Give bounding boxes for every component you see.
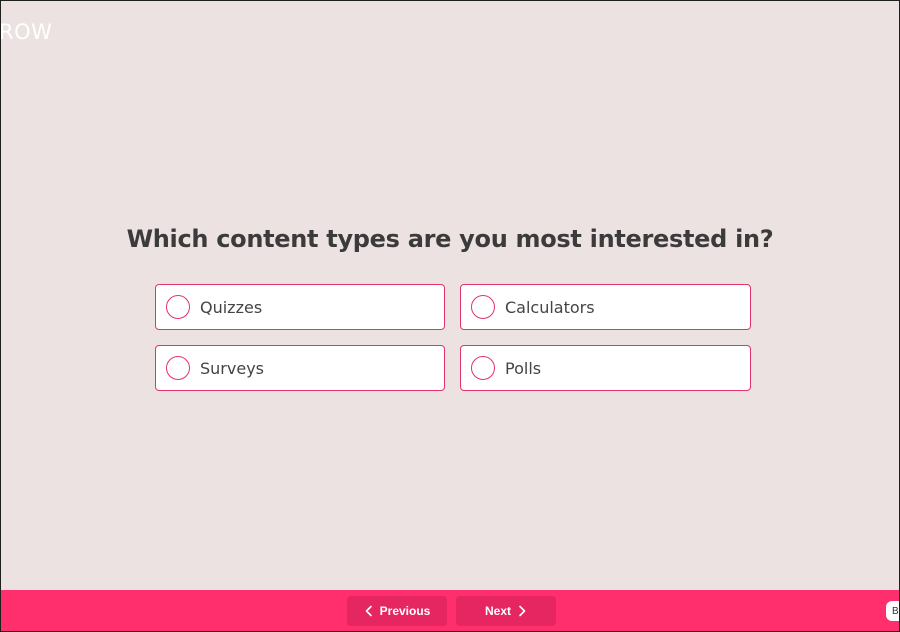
radio-circle-icon[interactable]	[166, 295, 190, 319]
radio-circle-icon[interactable]	[166, 356, 190, 380]
option-label: Calculators	[505, 297, 595, 317]
corner-badge[interactable]: B	[886, 601, 899, 621]
chevron-left-icon	[365, 605, 372, 617]
question-title: Which content types are you most interes…	[126, 225, 774, 253]
quiz-frame: ROW Which content types are you most int…	[0, 0, 900, 632]
option-calculators[interactable]: Calculators	[460, 284, 751, 330]
chevron-right-icon	[519, 605, 526, 617]
previous-label: Previous	[379, 604, 431, 618]
option-quizzes[interactable]: Quizzes	[155, 284, 445, 330]
footer-bar: Previous Next B	[1, 590, 899, 631]
answer-options: Quizzes Calculators Surveys Polls	[155, 284, 751, 391]
radio-circle-icon[interactable]	[471, 295, 495, 319]
radio-circle-icon[interactable]	[471, 356, 495, 380]
next-button[interactable]: Next	[456, 596, 556, 626]
option-label: Polls	[505, 358, 542, 378]
next-label: Next	[484, 604, 511, 618]
option-label: Surveys	[200, 358, 264, 378]
option-surveys[interactable]: Surveys	[155, 345, 445, 391]
option-polls[interactable]: Polls	[460, 345, 751, 391]
brand-logo-text: ROW	[0, 20, 53, 44]
previous-button[interactable]: Previous	[347, 596, 447, 626]
option-label: Quizzes	[200, 297, 263, 317]
